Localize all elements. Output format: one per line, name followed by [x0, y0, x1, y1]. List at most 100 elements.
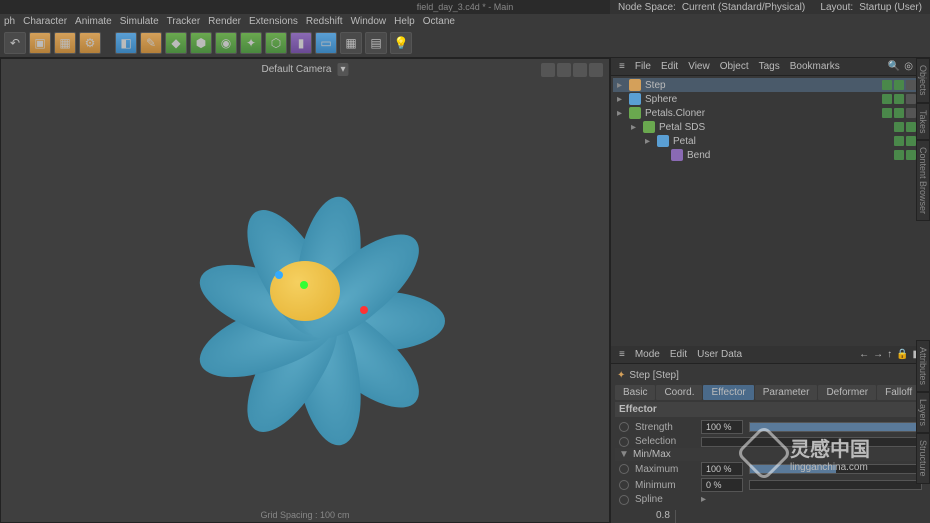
panel-menu-object[interactable]: Object — [720, 61, 749, 72]
tool-deformer-icon[interactable]: ⬡ — [265, 32, 287, 54]
visibility-render-toggle[interactable] — [894, 94, 904, 104]
strength-anim-toggle[interactable] — [619, 422, 629, 432]
attr-tab-effector[interactable]: Effector — [703, 385, 753, 400]
visibility-render-toggle[interactable] — [906, 122, 916, 132]
object-name[interactable]: Petal SDS — [659, 122, 705, 133]
tool-cube-icon[interactable]: ◧ — [115, 32, 137, 54]
object-row[interactable]: ▸ Petal — [613, 134, 928, 148]
tool-effector-icon[interactable]: ✦ — [240, 32, 262, 54]
object-row[interactable]: ▸ Step — [613, 78, 928, 92]
object-manager[interactable]: ▸Step▸Sphere▸Petals.Cloner▸Petal SDS▸Pet… — [611, 76, 930, 346]
viewport[interactable]: Default Camera ▾ Grid Spac — [0, 58, 610, 523]
menu-window[interactable]: Window — [351, 16, 387, 27]
visibility-render-toggle[interactable] — [894, 80, 904, 90]
menu-character[interactable]: Character — [23, 16, 67, 27]
visibility-render-toggle[interactable] — [906, 136, 916, 146]
gizmo-y-icon[interactable] — [300, 281, 308, 289]
nav-back-icon[interactable]: ← — [859, 349, 869, 360]
side-tab-structure[interactable]: Structure — [916, 433, 930, 484]
visibility-editor-toggle[interactable] — [882, 108, 892, 118]
attr-tab-deformer[interactable]: Deformer — [818, 385, 876, 400]
gizmo-x-icon[interactable] — [360, 306, 368, 314]
camera-dropdown-icon[interactable]: ▾ — [338, 63, 349, 76]
visibility-editor-toggle[interactable] — [894, 136, 904, 146]
tool-render-settings-icon[interactable]: ⚙ — [79, 32, 101, 54]
panel-menu-file[interactable]: File — [635, 61, 651, 72]
maximum-anim-toggle[interactable] — [619, 464, 629, 474]
object-row[interactable]: ▸ Petal SDS — [613, 120, 928, 134]
side-tab-takes[interactable]: Takes — [916, 103, 930, 141]
tool-render-icon[interactable]: ▣ — [29, 32, 51, 54]
menu-simulate[interactable]: Simulate — [120, 16, 159, 27]
side-tab-objects[interactable]: Objects — [916, 58, 930, 103]
visibility-editor-toggle[interactable] — [882, 94, 892, 104]
visibility-render-toggle[interactable] — [906, 150, 916, 160]
tool-undo-icon[interactable]: ↶ — [4, 32, 26, 54]
eye-icon[interactable]: ◎ — [904, 61, 913, 72]
attr-menu-mode[interactable]: Mode — [635, 349, 660, 360]
tool-render-region-icon[interactable]: ▦ — [54, 32, 76, 54]
object-name[interactable]: Sphere — [645, 94, 677, 105]
vp-nav-icon[interactable] — [541, 63, 555, 77]
lock-icon[interactable]: 🔒 — [896, 349, 908, 360]
tag-icon[interactable] — [906, 94, 916, 104]
minimum-input[interactable] — [701, 478, 743, 492]
panel-menu-bookmarks[interactable]: Bookmarks — [790, 61, 840, 72]
object-row[interactable]: Bend — [613, 148, 928, 162]
panel-menu-tags[interactable]: Tags — [759, 61, 780, 72]
tag-icon[interactable] — [906, 108, 916, 118]
tool-cloner-icon[interactable]: ⬢ — [190, 32, 212, 54]
object-name[interactable]: Petal — [673, 136, 696, 147]
panel-menu-edit[interactable]: Edit — [661, 61, 678, 72]
strength-input[interactable] — [701, 420, 743, 434]
attr-menu-edit[interactable]: Edit — [670, 349, 687, 360]
tool-scene-icon[interactable]: ▮ — [290, 32, 312, 54]
menu-octane[interactable]: Octane — [423, 16, 455, 27]
menu-tracker[interactable]: Tracker — [167, 16, 201, 27]
object-name[interactable]: Petals.Cloner — [645, 108, 705, 119]
disclosure-icon[interactable]: ▸ — [617, 94, 625, 105]
menu-redshift[interactable]: Redshift — [306, 16, 343, 27]
visibility-editor-toggle[interactable] — [894, 150, 904, 160]
side-tab-attributes[interactable]: Attributes — [916, 340, 930, 392]
visibility-editor-toggle[interactable] — [882, 80, 892, 90]
menu-animate[interactable]: Animate — [75, 16, 112, 27]
disclosure-icon[interactable]: ▸ — [631, 122, 639, 133]
hamburger-icon[interactable]: ≡ — [619, 61, 625, 72]
panel-menu-view[interactable]: View — [688, 61, 710, 72]
disclosure-icon[interactable]: ▸ — [617, 80, 625, 91]
vp-nav-icon[interactable] — [557, 63, 571, 77]
tool-floor-icon[interactable]: ▤ — [365, 32, 387, 54]
tool-light-icon[interactable]: 💡 — [390, 32, 412, 54]
menu-render[interactable]: Render — [208, 16, 241, 27]
tool-grid-icon[interactable]: ▦ — [340, 32, 362, 54]
vp-nav-icon[interactable] — [573, 63, 587, 77]
vp-nav-icon[interactable] — [589, 63, 603, 77]
tool-field-icon[interactable]: ◉ — [215, 32, 237, 54]
object-name[interactable]: Step — [645, 80, 666, 91]
tool-camera-icon[interactable]: ▭ — [315, 32, 337, 54]
minimum-slider[interactable] — [749, 480, 922, 490]
strength-slider[interactable] — [749, 422, 922, 432]
tool-pen-icon[interactable]: ✎ — [140, 32, 162, 54]
object-row[interactable]: ▸Petals.Cloner — [613, 106, 928, 120]
attr-tab-falloff[interactable]: Falloff — [877, 385, 920, 400]
side-tab-content[interactable]: Content Browser — [916, 140, 930, 221]
hamburger-icon[interactable]: ≡ — [619, 349, 625, 360]
visibility-render-toggle[interactable] — [894, 108, 904, 118]
layout-value[interactable]: Startup (User) — [859, 2, 922, 13]
visibility-editor-toggle[interactable] — [894, 122, 904, 132]
maximum-input[interactable] — [701, 462, 743, 476]
menu-ph[interactable]: ph — [4, 16, 15, 27]
object-name[interactable]: Bend — [687, 150, 710, 161]
menu-extensions[interactable]: Extensions — [249, 16, 298, 27]
nav-fwd-icon[interactable]: → — [873, 349, 883, 360]
attr-menu-userdata[interactable]: User Data — [697, 349, 742, 360]
gizmo-z-icon[interactable] — [275, 271, 283, 279]
nav-up-icon[interactable]: ↑ — [887, 349, 892, 360]
attr-tab-coord[interactable]: Coord. — [656, 385, 702, 400]
minmax-disclosure-icon[interactable]: ▼ — [619, 449, 627, 460]
minimum-anim-toggle[interactable] — [619, 480, 629, 490]
selection-anim-toggle[interactable] — [619, 437, 629, 447]
disclosure-icon[interactable]: ▸ — [645, 136, 653, 147]
